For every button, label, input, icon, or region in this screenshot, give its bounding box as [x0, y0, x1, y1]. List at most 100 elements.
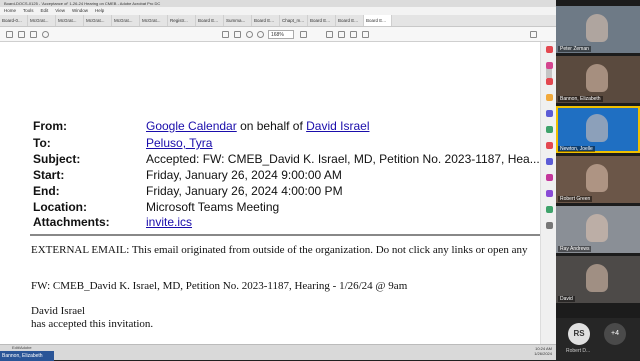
- save-icon[interactable]: [6, 31, 13, 38]
- participant-name: Ray Andrews: [558, 246, 592, 252]
- self-view-tile[interactable]: RS +4 Robert D...: [556, 318, 640, 360]
- participant-video: [586, 64, 608, 92]
- header-divider: [30, 234, 540, 236]
- participant-tile[interactable]: Robert Green: [556, 156, 640, 203]
- participant-video: [586, 164, 608, 192]
- select-tool-icon[interactable]: [222, 31, 229, 38]
- accepted-line: has accepted this invitation.: [31, 318, 154, 330]
- comment-tool-icon[interactable]: [546, 94, 553, 101]
- header-label: To:: [33, 136, 51, 150]
- organize-pages-icon[interactable]: [546, 126, 553, 133]
- menu-item[interactable]: View: [55, 8, 65, 13]
- participant-video: [586, 264, 608, 292]
- fit-page-icon[interactable]: [300, 31, 307, 38]
- participant-name: Newton, Joelle: [558, 146, 595, 152]
- document-tab[interactable]: Registr...: [168, 15, 196, 26]
- participant-tile[interactable]: Bannon, Elizabeth: [556, 56, 640, 103]
- document-tab[interactable]: McGrat...: [28, 15, 56, 26]
- participant-name: Peter Zeman: [558, 46, 591, 52]
- zoom-in-icon[interactable]: [257, 31, 264, 38]
- system-clock: 10:24 AM 1/26/2024: [534, 346, 552, 356]
- email-link[interactable]: Google Calendar: [146, 119, 237, 133]
- header-text: Friday, January 26, 2024 9:00:00 AM: [146, 168, 342, 182]
- menu-item[interactable]: Window: [72, 8, 88, 13]
- share-icon[interactable]: [530, 31, 537, 38]
- header-text: on behalf of: [236, 119, 307, 133]
- document-tab[interactable]: Board E...: [364, 15, 392, 26]
- draw-icon[interactable]: [350, 31, 357, 38]
- self-view-name: Robert D...: [566, 348, 591, 354]
- header-label: Subject:: [33, 152, 81, 166]
- print-icon[interactable]: [18, 31, 25, 38]
- participant-tile[interactable]: Peter Zeman: [556, 6, 640, 53]
- hand-tool-icon[interactable]: [234, 31, 241, 38]
- email-link[interactable]: David Israel: [306, 119, 369, 133]
- menu-item[interactable]: Tools: [23, 8, 34, 13]
- header-value: Microsoft Teams Meeting: [146, 200, 279, 214]
- document-tab[interactable]: McGrat...: [112, 15, 140, 26]
- menu-item[interactable]: Edit: [41, 8, 49, 13]
- protect-icon[interactable]: [546, 158, 553, 165]
- more-participants-button[interactable]: +4: [604, 323, 626, 345]
- sender-name: David Israel: [31, 305, 86, 317]
- scan-ocr-icon[interactable]: [546, 206, 553, 213]
- menu-item[interactable]: Home: [4, 8, 16, 13]
- participant-name: Robert Green: [558, 196, 593, 202]
- document-tab[interactable]: Board E...: [336, 15, 364, 26]
- tools-rail: [543, 40, 555, 290]
- mail-icon[interactable]: [30, 31, 37, 38]
- header-value: Google Calendar on behalf of David Israe…: [146, 119, 369, 133]
- toolbar: 168%: [0, 27, 556, 42]
- zoom-level-input[interactable]: 168%: [268, 30, 294, 39]
- header-value: invite.ics: [146, 215, 192, 229]
- document-tab[interactable]: Board E...: [252, 15, 280, 26]
- send-for-signature-icon[interactable]: [546, 190, 553, 197]
- external-email-notice: EXTERNAL EMAIL: This email originated fr…: [31, 244, 528, 256]
- forward-subject-line: FW: CMEB_David K. Israel, MD, Petition N…: [31, 280, 408, 292]
- zoom-out-icon[interactable]: [246, 31, 253, 38]
- more-tools-icon[interactable]: [546, 222, 553, 229]
- avatar: RS: [568, 323, 590, 345]
- highlight-icon[interactable]: [338, 31, 345, 38]
- header-text: Microsoft Teams Meeting: [146, 200, 280, 214]
- header-label: Attachments:: [33, 215, 110, 229]
- document-tab[interactable]: Board-0...: [0, 15, 28, 26]
- comment-icon[interactable]: [326, 31, 333, 38]
- combine-files-icon[interactable]: [546, 110, 553, 117]
- fill-sign-icon[interactable]: [546, 174, 553, 181]
- create-pdf-icon[interactable]: [546, 78, 553, 85]
- participant-video: [586, 214, 608, 242]
- document-tab[interactable]: Chapt_m...: [280, 15, 308, 26]
- header-value: Accepted: FW: CMEB_David K. Israel, MD, …: [146, 152, 540, 166]
- header-text: Friday, January 26, 2024 4:00:00 PM: [146, 184, 343, 198]
- participant-tile[interactable]: Ray Andrews: [556, 206, 640, 253]
- email-link[interactable]: Peluso, Tyra: [146, 136, 212, 150]
- export-pdf-icon[interactable]: [546, 46, 553, 53]
- document-tab[interactable]: McGrat...: [56, 15, 84, 26]
- header-label: From:: [33, 119, 67, 133]
- participant-tile[interactable]: Newton, Joelle: [556, 106, 640, 153]
- document-tab[interactable]: McGrat...: [140, 15, 168, 26]
- email-link[interactable]: invite.ics: [146, 215, 192, 229]
- search-icon[interactable]: [42, 31, 49, 38]
- document-tab[interactable]: Board E...: [308, 15, 336, 26]
- header-label: Location:: [33, 200, 87, 214]
- document-tab[interactable]: Summa...: [224, 15, 252, 26]
- header-label: End:: [33, 184, 60, 198]
- window-title: Board-DOCS-0125 - 'Acceptance of' 1-26-2…: [0, 0, 556, 7]
- document-tabs: Board-0... McGrat... McGrat... McGrat... McG…: [0, 15, 556, 27]
- participant-name: Bannon, Elizabeth: [558, 96, 603, 102]
- document-page: EXTERNAL EMAIL: This email originated fr…: [0, 42, 540, 344]
- header-label: Start:: [33, 168, 65, 182]
- status-label: Edit/Adobe: [12, 345, 32, 350]
- acrobat-window: Board-DOCS-0125 - 'Acceptance of' 1-26-2…: [0, 0, 556, 361]
- redact-icon[interactable]: [546, 142, 553, 149]
- document-tab[interactable]: Board E...: [196, 15, 224, 26]
- header-value: Friday, January 26, 2024 9:00:00 AM: [146, 168, 342, 182]
- edit-pdf-icon[interactable]: [546, 62, 553, 69]
- stamp-icon[interactable]: [362, 31, 369, 38]
- document-tab[interactable]: McGrat...: [84, 15, 112, 26]
- participant-tile[interactable]: David: [556, 256, 640, 303]
- menu-item[interactable]: Help: [95, 8, 104, 13]
- participant-video: [586, 114, 608, 142]
